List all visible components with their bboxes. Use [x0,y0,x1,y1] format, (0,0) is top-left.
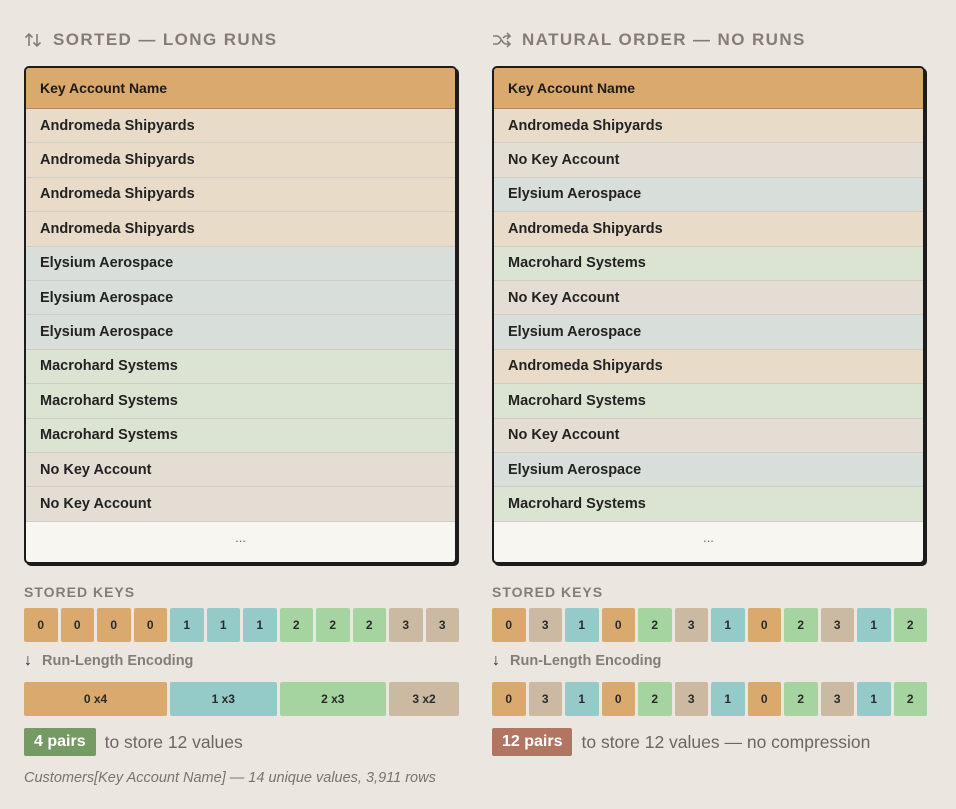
stored-key-cell: 0 [747,608,781,642]
sort-arrows-icon [24,32,43,48]
table-row: Andromeda Shipyards [26,109,455,144]
rle-label: ↓ Run-Length Encoding [492,652,661,670]
table-row: Andromeda Shipyards [494,109,923,144]
stored-key-cell: 3 [425,608,459,642]
stored-key-cell: 1 [711,608,745,642]
rle-pair: 3 [674,682,708,716]
rle-pair: 3 [820,682,854,716]
rle-pair: 0 [492,682,526,716]
rle-label-text: Run-Length Encoding [510,653,662,669]
stored-key-cell: 3 [389,608,423,642]
stored-keys-label: STORED KEYS [492,584,604,600]
stored-key-cell: 3 [820,608,854,642]
rle-pair: 2 [893,682,927,716]
table-header: Key Account Name [26,68,455,109]
rle-pair: 1 [711,682,745,716]
stored-key-cell: 2 [279,608,313,642]
rle-label: ↓ Run-Length Encoding [24,652,193,670]
table-row: Macrohard Systems [26,349,455,385]
stored-key-cell: 2 [893,608,927,642]
table-row: Elysium Aerospace [26,315,455,350]
table-row: Andromeda Shipyards [494,212,923,247]
rle-pair: 2 x3 [279,682,386,716]
table-row: No Key Account [494,143,923,178]
rle-label-text: Run-Length Encoding [42,653,194,669]
stored-key-cell: 0 [60,608,94,642]
table-row: No Key Account [26,487,455,522]
table-row: Macrohard Systems [494,487,923,522]
table-row: Andromeda Shipyards [26,177,455,213]
pairs-badge: 4 pairs [24,728,96,756]
table-row: Andromeda Shipyards [26,143,455,178]
stored-key-cell: 0 [133,608,167,642]
rle-pair: 3 x2 [389,682,459,716]
stored-key-cell: 0 [24,608,58,642]
summary-text: to store 12 values [104,731,243,752]
stored-key-cell: 2 [316,608,350,642]
stored-key-cell: 1 [565,608,599,642]
table-row: Macrohard Systems [494,246,923,281]
table-body: Andromeda Shipyards Andromeda Shipyards An… [26,109,455,522]
table-more-indicator: ... [26,521,455,553]
sorted-summary: 4 pairs to store 12 values [24,728,243,756]
table-row: Elysium Aerospace [494,315,923,350]
stored-key-cell: 2 [352,608,386,642]
rle-pair: 1 [565,682,599,716]
table-row: Elysium Aerospace [494,452,923,488]
stored-key-cell: 3 [528,608,562,642]
table-row: Macrohard Systems [26,384,455,419]
stored-keys-label: STORED KEYS [24,584,136,600]
rle-pair: 3 [528,682,562,716]
pairs-badge: 12 pairs [492,728,573,756]
table-row: Andromeda Shipyards [26,212,455,247]
table-row: Elysium Aerospace [494,177,923,213]
natural-order-heading: NATURAL ORDER — NO RUNS [492,30,806,50]
table-row: Macrohard Systems [494,384,923,419]
table-row: Elysium Aerospace [26,246,455,281]
rle-pair: 0 [601,682,635,716]
stored-key-cell: 1 [243,608,277,642]
stored-key-cell: 1 [170,608,204,642]
stored-keys-row: 031023102312 [492,608,927,642]
rle-pair: 2 [784,682,818,716]
table-body: Andromeda Shipyards No Key Account Elysium… [494,109,923,522]
rle-pair: 0 [747,682,781,716]
rle-pairs-row: 0 x4 1 x3 2 x3 3 x2 [24,682,459,716]
rle-pair: 2 [638,682,672,716]
arrow-down-icon: ↓ [24,652,32,669]
footnote: Customers[Key Account Name] — 14 unique … [24,770,436,786]
table-more-indicator: ... [494,521,923,553]
table-row: Macrohard Systems [26,418,455,453]
stored-key-cell: 2 [784,608,818,642]
shuffle-icon [492,32,512,48]
stored-key-cell: 0 [601,608,635,642]
summary-text: to store 12 values — no compression [581,731,871,752]
rle-pair: 1 x3 [170,682,277,716]
table-row: Elysium Aerospace [26,280,455,316]
rle-pair: 1 [857,682,891,716]
rle-pair: 0 x4 [24,682,167,716]
natural-order-title: NATURAL ORDER — NO RUNS [522,30,806,49]
table-row: No Key Account [494,418,923,453]
stored-key-cell: 0 [492,608,526,642]
natural-order-summary: 12 pairs to store 12 values — no compres… [492,728,870,756]
sorted-table: Key Account Name Andromeda Shipyards Andr… [24,66,457,564]
table-header: Key Account Name [494,68,923,109]
stored-key-cell: 1 [857,608,891,642]
natural-order-table: Key Account Name Andromeda Shipyards No K… [492,66,925,564]
table-row: No Key Account [26,452,455,488]
stored-key-cell: 0 [97,608,131,642]
table-row: Andromeda Shipyards [494,349,923,385]
sorted-heading: SORTED — LONG RUNS [24,30,278,50]
stored-key-cell: 2 [638,608,672,642]
stored-key-cell: 3 [674,608,708,642]
arrow-down-icon: ↓ [492,652,500,669]
sorted-title: SORTED — LONG RUNS [53,30,278,49]
table-row: No Key Account [494,280,923,316]
stored-keys-row: 000011122233 [24,608,459,642]
rle-pairs-row: 031023102312 [492,682,927,716]
stored-key-cell: 1 [206,608,240,642]
